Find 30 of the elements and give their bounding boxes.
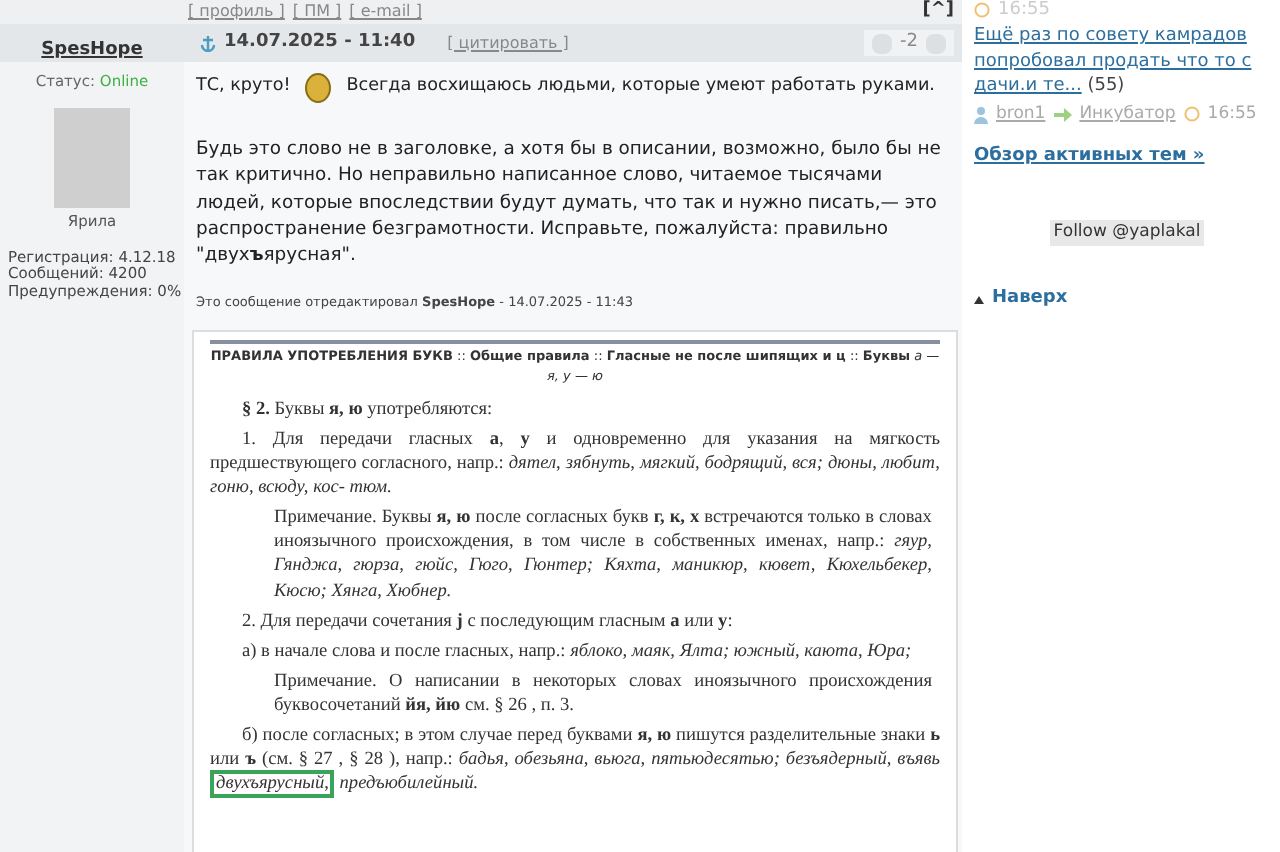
document-paragraph: § 2. Буквы я, ю употребляются: bbox=[240, 397, 495, 423]
follow-button[interactable]: Follow @yaplakal bbox=[1049, 220, 1205, 246]
topic-time: 16:55 bbox=[1207, 101, 1257, 128]
post-text: Всегда восхищаюсь людьми, которые умеют работать руками. bbox=[346, 74, 935, 101]
document-paragraph: б) после согласных; в этом случае перед буквами я, ю пишутся разделительные знаки ь или ъ (см. § 27 , § 28 ), напр.: бадья, обезьяна, вьюга, пятьюдесятью; безъядерный, въявь двухъярусный, предъюбилейный. bbox=[210, 723, 940, 797]
topic-link[interactable]: Ещё раз по совету камрадов попробовал продать что то с дачи.и те... (55) bbox=[974, 24, 1280, 100]
up-arrow-icon bbox=[974, 295, 984, 304]
profile-link[interactable]: [ ПМ ] bbox=[292, 0, 342, 24]
back-to-top-link[interactable]: Наверх bbox=[992, 285, 1068, 313]
document-paragraph: 2. Для передачи сочетания j с последующим гласным а или у: bbox=[240, 609, 735, 634]
arrow-icon bbox=[1053, 107, 1072, 122]
rating-value: -2 bbox=[900, 29, 918, 56]
profile-link[interactable]: [ e-mail ] bbox=[349, 0, 422, 24]
clock-icon bbox=[974, 1, 990, 17]
user-icon bbox=[974, 105, 988, 124]
document-paragraph: Примечание. Буквы я, ю после согласных букв г, к, х встречаются только в словах иноязычного происхождения, в том числе в собственных именах, напр.: гяур, Гянджа, гюрза, гюйс, Гюго, Гюнтер; Кяхта, маникюр, кювет, Кюхельбекер, Кюсю; Хянга, Хюбнер. bbox=[272, 506, 934, 604]
active-topics-link[interactable]: Обзор активных тем » bbox=[974, 143, 1280, 171]
anchor-icon bbox=[200, 34, 216, 52]
post-paragraph: Будь это слово не в заголовке, а хотя бы в описании, возможно, было бы не так критично. Но неправильно написанное слово, читаемое тысячами людей, которые впоследствии будут думать, что так и нужно писать,— это распространение безграмотности. Исправьте, пожалуйста: правильно "двухъярусная". bbox=[196, 136, 943, 270]
document-paragraph: Примечание. О написании в некоторых словах иноязычного происхождения буквосочетаний йя, йю см. § 26 , п. 3. bbox=[272, 669, 934, 718]
quote-link[interactable]: [ цитировать ] bbox=[447, 31, 569, 55]
scroll-top-button[interactable]: [^] bbox=[922, 0, 954, 26]
profile-link[interactable]: [ профиль ] bbox=[188, 0, 285, 24]
document-paragraph: а) в начале слова и после гласных, напр.: яблоко, маяк, Ялта; южный, каюта, Юра; bbox=[240, 639, 914, 664]
document-paragraph: 1. Для передачи гласных а, у и одновременно для указания на мягкость предшествующего согласного, напр.: дятел, зябнуть, мягкий, бодрящий, вся; дюны, любит, гоню, всюду, кос- тюм. bbox=[210, 428, 940, 501]
avatar-placeholder bbox=[54, 108, 130, 209]
clock-icon bbox=[1183, 106, 1200, 123]
post-text: ТС, круто! bbox=[196, 74, 291, 101]
author-link[interactable]: SpesHope bbox=[41, 39, 143, 59]
post-date: 14.07.2025 - 11:40 bbox=[224, 29, 416, 56]
